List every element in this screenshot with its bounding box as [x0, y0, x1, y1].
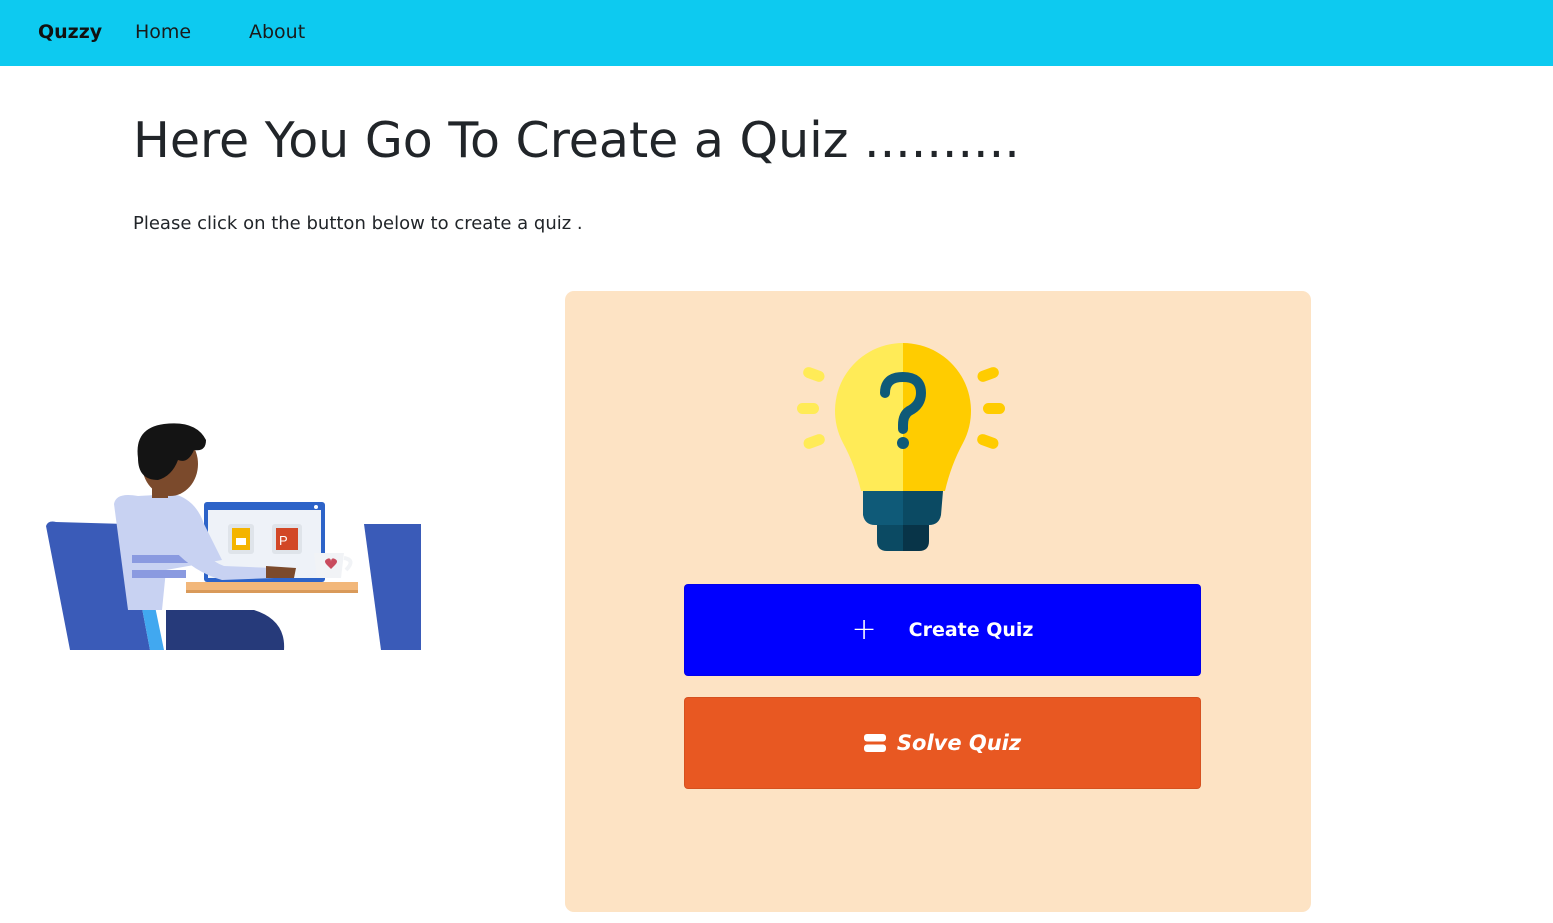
- solve-quiz-label: Solve Quiz: [896, 731, 1022, 755]
- create-quiz-label: Create Quiz: [908, 619, 1034, 641]
- nav-link-home[interactable]: Home: [135, 21, 191, 43]
- quiz-actions-panel: + Create Quiz Solve Quiz: [565, 291, 1311, 912]
- person-at-laptop-illustration: P: [46, 423, 421, 650]
- page-subtitle: Please click on the button below to crea…: [133, 213, 583, 234]
- solve-quiz-button[interactable]: Solve Quiz: [684, 697, 1201, 789]
- nav-link-about[interactable]: About: [249, 21, 305, 43]
- lightbulb-question-icon: [797, 343, 1005, 551]
- navbar: Quzzy Home About: [0, 0, 1553, 66]
- create-quiz-button[interactable]: + Create Quiz: [684, 584, 1201, 676]
- plus-icon: +: [851, 612, 877, 647]
- list-icon: [863, 734, 886, 752]
- brand-logo[interactable]: Quzzy: [38, 21, 102, 43]
- svg-text:P: P: [279, 533, 288, 548]
- page-title: Here You Go To Create a Quiz ..........: [133, 112, 1020, 169]
